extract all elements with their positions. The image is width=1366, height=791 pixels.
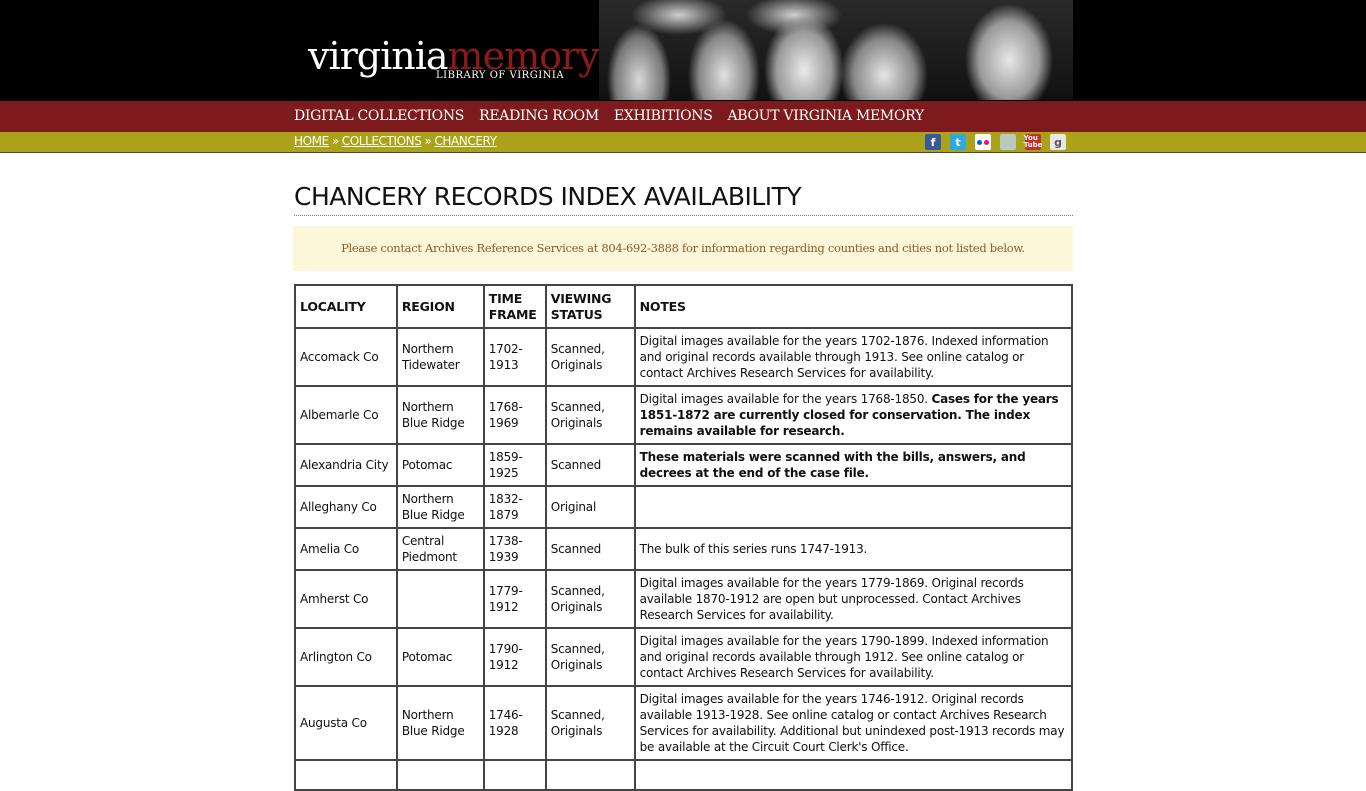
cell-notes: Digital images available for the years 1… xyxy=(633,569,1074,629)
notes-text: Digital images available for the years 1… xyxy=(639,576,1024,622)
header-viewing-status: VIEWING STATUS xyxy=(544,284,636,329)
header-banner-photo xyxy=(599,0,1073,100)
table-row: Amherst Co 1779-1912 Scanned, Originals Dig… xyxy=(294,569,1074,629)
cell-notes: Digital images available for the years 1… xyxy=(633,627,1074,687)
cell-time-frame xyxy=(482,759,547,791)
cell-viewing-status: Scanned, Originals xyxy=(544,685,636,761)
cell-locality: Amherst Co xyxy=(294,569,398,629)
cell-time-frame: 1702-1913 xyxy=(482,327,547,387)
contact-notice: Please contact Archives Reference Servic… xyxy=(293,226,1073,271)
cell-locality: Alexandria City xyxy=(294,443,398,487)
notes-text: Digital images available for the years 1… xyxy=(639,634,1049,680)
cell-region: Northern Blue Ridge xyxy=(395,685,485,761)
table-row: Albemarle Co Northern Blue Ridge 1768-1969… xyxy=(294,385,1074,445)
nav-digital-collections[interactable]: DIGITAL COLLECTIONS xyxy=(294,108,464,124)
cell-region xyxy=(395,569,485,629)
cell-notes: Digital images available for the years 1… xyxy=(633,327,1074,387)
notes-text: The bulk of this series runs 1747-1913. xyxy=(639,542,868,556)
cell-region: Potomac xyxy=(395,443,485,487)
cell-locality xyxy=(294,759,398,791)
google-icon[interactable]: g xyxy=(1050,134,1066,150)
cell-time-frame: 1746-1928 xyxy=(482,685,547,761)
table-row: Accomack Co Northern Tidewater 1702-1913 Sc… xyxy=(294,327,1074,387)
table-row: Arlington Co Potomac 1790-1912 Scanned, Ori… xyxy=(294,627,1074,687)
cell-viewing-status: Scanned xyxy=(544,527,636,571)
facebook-icon[interactable]: f xyxy=(925,134,941,150)
cell-viewing-status: Scanned, Originals xyxy=(544,327,636,387)
cell-notes: The bulk of this series runs 1747-1913. xyxy=(633,527,1074,571)
notes-emphasis: These materials were scanned with the bi… xyxy=(639,450,1026,480)
cell-locality: Augusta Co xyxy=(294,685,398,761)
cell-viewing-status: Scanned, Originals xyxy=(544,569,636,629)
cell-region: Central Piedmont xyxy=(395,527,485,571)
cell-time-frame: 1790-1912 xyxy=(482,627,547,687)
cell-time-frame: 1738-1939 xyxy=(482,527,547,571)
page-title: CHANCERY RECORDS INDEX AVAILABILITY xyxy=(294,182,1073,216)
cell-region xyxy=(395,759,485,791)
blog-icon[interactable] xyxy=(1000,134,1016,150)
cell-region: Northern Tidewater xyxy=(395,327,485,387)
cell-notes: Digital images available for the years 1… xyxy=(633,685,1074,761)
main-nav: DIGITAL COLLECTIONS READING ROOM EXHIBIT… xyxy=(0,101,1366,132)
cell-notes: Digital images available for the years 1… xyxy=(633,385,1074,445)
cell-viewing-status: Scanned, Originals xyxy=(544,627,636,687)
breadcrumb-home[interactable]: HOME xyxy=(294,134,329,148)
cell-viewing-status: Scanned, Originals xyxy=(544,385,636,445)
cell-viewing-status: Original xyxy=(544,485,636,529)
cell-viewing-status xyxy=(544,759,636,791)
cell-region: Potomac xyxy=(395,627,485,687)
breadcrumb-separator: » xyxy=(331,134,339,148)
cell-viewing-status: Scanned xyxy=(544,443,636,487)
cell-locality: Alleghany Co xyxy=(294,485,398,529)
table-header-row: LOCALITY REGION TIME FRAME VIEWING STATU… xyxy=(294,284,1074,329)
nav-about-virginia-memory[interactable]: ABOUT VIRGINIA MEMORY xyxy=(728,108,925,124)
cell-locality: Accomack Co xyxy=(294,327,398,387)
breadcrumb-collections[interactable]: COLLECTIONS xyxy=(342,134,422,148)
logo-virginia-text: virginia xyxy=(308,34,449,78)
notes-text: Digital images available for the years 1… xyxy=(639,334,1049,380)
breadcrumb: HOME» COLLECTIONS» CHANCERY xyxy=(294,134,497,148)
cell-time-frame: 1832-1879 xyxy=(482,485,547,529)
notes-text: Digital images available for the years 1… xyxy=(639,392,932,406)
site-header: virginiamemory LIBRARY OF VIRGINIA xyxy=(0,0,1366,101)
table-row: Augusta Co Northern Blue Ridge 1746-1928 Sc… xyxy=(294,685,1074,761)
cell-notes xyxy=(633,485,1074,529)
breadcrumb-bar: HOME» COLLECTIONS» CHANCERY f t You Tube g xyxy=(0,132,1366,153)
cell-locality: Arlington Co xyxy=(294,627,398,687)
table-row: Alleghany Co Northern Blue Ridge 1832-1879… xyxy=(294,485,1074,529)
header-region: REGION xyxy=(395,284,485,329)
breadcrumb-chancery[interactable]: CHANCERY xyxy=(434,134,497,148)
cell-notes xyxy=(633,759,1074,791)
cell-locality: Albemarle Co xyxy=(294,385,398,445)
nav-reading-room[interactable]: READING ROOM xyxy=(479,108,599,124)
header-time-frame: TIME FRAME xyxy=(482,284,547,329)
cell-time-frame: 1859-1925 xyxy=(482,443,547,487)
chancery-records-table: LOCALITY REGION TIME FRAME VIEWING STATU… xyxy=(294,284,1074,791)
nav-exhibitions[interactable]: EXHIBITIONS xyxy=(614,108,713,124)
flickr-icon[interactable] xyxy=(975,134,991,150)
logo-subtitle: LIBRARY OF VIRGINIA xyxy=(436,70,565,81)
cell-notes: These materials were scanned with the bi… xyxy=(633,443,1074,487)
header-locality: LOCALITY xyxy=(294,284,398,329)
cell-region: Northern Blue Ridge xyxy=(395,485,485,529)
breadcrumb-separator: » xyxy=(424,134,432,148)
cell-time-frame: 1768-1969 xyxy=(482,385,547,445)
youtube-icon[interactable]: You Tube xyxy=(1024,134,1042,150)
cell-locality: Amelia Co xyxy=(294,527,398,571)
cell-region: Northern Blue Ridge xyxy=(395,385,485,445)
notes-text: Digital images available for the years 1… xyxy=(639,692,1065,754)
table-row: Alexandria City Potomac 1859-1925 Scanned Th… xyxy=(294,443,1074,487)
site-logo[interactable]: virginiamemory LIBRARY OF VIRGINIA xyxy=(308,34,600,84)
cell-time-frame: 1779-1912 xyxy=(482,569,547,629)
twitter-icon[interactable]: t xyxy=(950,134,966,150)
table-row: Amelia Co Central Piedmont 1738-1939 Scanne… xyxy=(294,527,1074,571)
social-links: f t You Tube g xyxy=(925,134,1066,150)
table-row xyxy=(294,759,1074,791)
header-notes: NOTES xyxy=(633,284,1074,329)
